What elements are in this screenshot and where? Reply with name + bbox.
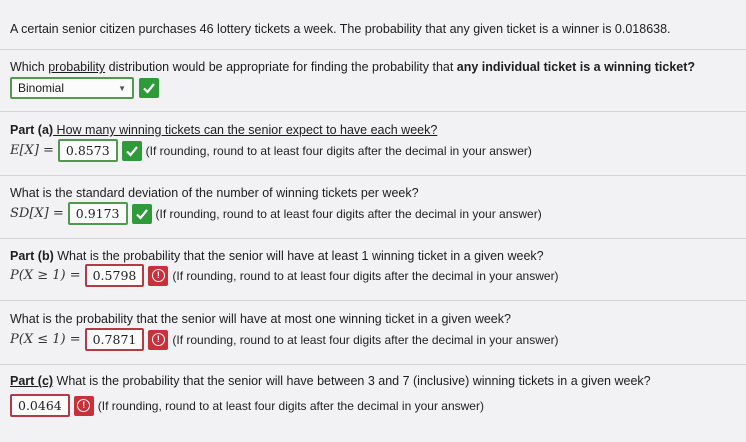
between-3-and-7-input[interactable]: 0.0464 <box>10 394 70 417</box>
at-most-one-expression: P(X ≤ 1) = <box>10 332 81 347</box>
part-b-question: Part (b) What is the probability that th… <box>10 249 544 263</box>
distribution-question: Which probability distribution would be … <box>10 60 695 74</box>
part-a-answer-row: E[X] = 0.8573 (If rounding, round to at … <box>10 139 532 162</box>
expected-value-input[interactable]: 0.8573 <box>57 139 118 162</box>
alert-icon: ! <box>148 329 169 350</box>
checkmark-icon <box>131 203 152 224</box>
part-c-text: What is the probability that the senior … <box>53 374 651 388</box>
q0-probability-word: probability <box>48 60 106 74</box>
part-c-answer-row: 0.0464 ! (If rounding, round to at least… <box>10 394 484 417</box>
divider <box>0 111 746 112</box>
at-least-one-expression: P(X ≥ 1) = <box>10 268 81 283</box>
part-a2-answer-row: SD[X] = 0.9173 (If rounding, round to at… <box>10 202 542 225</box>
sd-expression: SD[X] = <box>10 206 64 221</box>
part-a-question: Part (a) How many winning tickets can th… <box>10 123 437 137</box>
expected-value-expression: E[X] = <box>10 143 54 158</box>
part-c-label: Part (c) <box>10 374 54 388</box>
part-c-question: Part (c) What is the probability that th… <box>10 374 651 388</box>
problem-intro: A certain senior citizen purchases 46 lo… <box>10 22 671 36</box>
question-page: A certain senior citizen purchases 46 lo… <box>0 0 746 442</box>
rounding-note: (If rounding, round to at least four dig… <box>172 268 559 283</box>
part-a2-question: What is the standard deviation of the nu… <box>10 186 419 200</box>
part-b2-question: What is the probability that the senior … <box>10 312 511 326</box>
divider <box>0 364 746 365</box>
divider <box>0 49 746 50</box>
distribution-selected-value: Binomial <box>18 81 65 95</box>
at-least-one-input[interactable]: 0.5798 <box>84 264 145 287</box>
divider <box>0 175 746 176</box>
rounding-note: (If rounding, round to at least four dig… <box>145 143 532 158</box>
q0-bold: any individual ticket is a winning ticke… <box>456 60 696 74</box>
checkmark-icon <box>121 140 142 161</box>
checkmark-icon <box>139 78 159 98</box>
sd-input[interactable]: 0.9173 <box>67 202 128 225</box>
part-a-label: Part (a) <box>10 123 54 137</box>
part-a-text: How many winning tickets can the senior … <box>53 123 438 137</box>
alert-icon: ! <box>148 265 169 286</box>
part-b-answer-row: P(X ≥ 1) = 0.5798 ! (If rounding, round … <box>10 264 559 287</box>
q0-prefix: Which <box>10 60 49 74</box>
distribution-select[interactable]: Binomial ▼ <box>10 77 134 99</box>
part-b-label: Part (b) <box>10 249 54 263</box>
chevron-down-icon: ▼ <box>118 83 126 93</box>
part-b-text: What is the probability that the senior … <box>53 249 544 263</box>
part-b2-answer-row: P(X ≤ 1) = 0.7871 ! (If rounding, round … <box>10 328 559 351</box>
rounding-note: (If rounding, round to at least four dig… <box>97 398 484 413</box>
divider <box>0 300 746 301</box>
rounding-note: (If rounding, round to at least four dig… <box>172 332 559 347</box>
rounding-note: (If rounding, round to at least four dig… <box>155 206 542 221</box>
q0-mid: distribution would be appropriate for fi… <box>105 60 457 74</box>
alert-icon: ! <box>73 395 94 416</box>
divider <box>0 238 746 239</box>
at-most-one-input[interactable]: 0.7871 <box>84 328 145 351</box>
